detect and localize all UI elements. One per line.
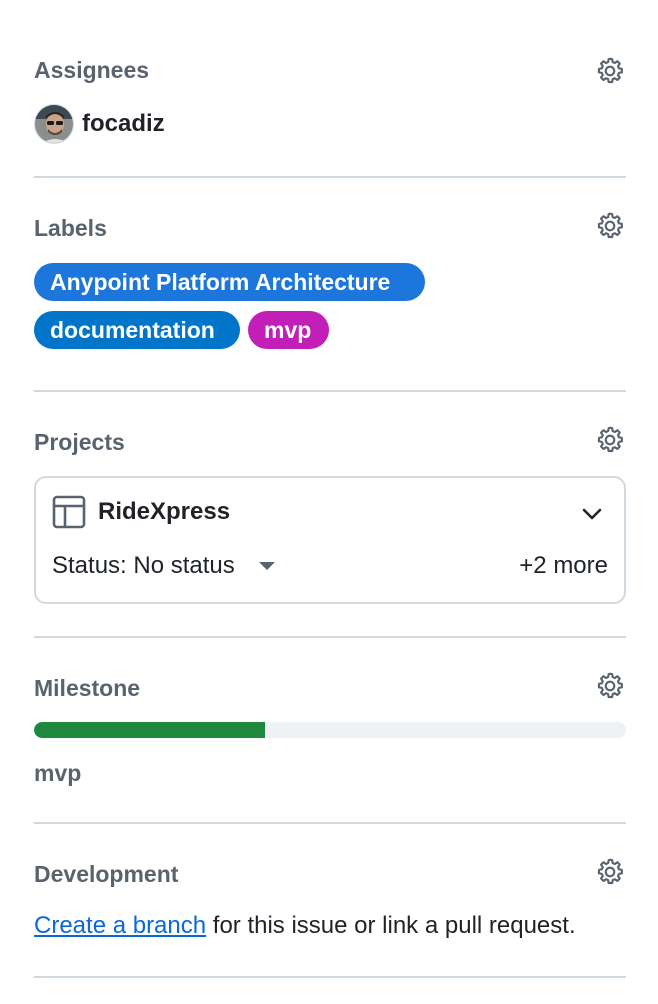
projects-section: Projects [34,392,626,472]
label-anypoint-platform-architecture[interactable]: Anypoint Platform Architecture [34,263,425,301]
label-documentation[interactable]: documentation [34,311,240,349]
development-gear-icon[interactable] [594,856,626,888]
assignee-name[interactable]: focadiz [82,110,165,138]
assignees-heading[interactable]: Assignees [34,57,149,84]
milestone-section: Milestone [34,638,626,718]
development-heading[interactable]: Development [34,861,178,888]
development-description: Create a branch for this issue or link a… [34,912,576,940]
labels-gear-icon[interactable] [594,210,626,242]
development-rest-text: for this issue or link a pull request. [206,912,576,939]
gear-icon [597,57,623,84]
project-name[interactable]: RideXpress [98,498,230,526]
project-card: RideXpress Status: No status +2 more [34,476,626,604]
projects-heading[interactable]: Projects [34,429,125,456]
gear-icon [597,858,623,885]
milestone-progress-fill [34,722,265,738]
assignees-gear-icon[interactable] [594,55,626,87]
assignees-section: Assignees focadiz [34,0,626,178]
milestone-heading[interactable]: Milestone [34,675,140,702]
project-status-dropdown[interactable]: Status: No status [52,552,275,580]
avatar[interactable] [34,104,74,144]
milestone-gear-icon[interactable] [594,670,626,702]
projects-gear-icon[interactable] [594,424,626,456]
labels-heading[interactable]: Labels [34,215,107,242]
gear-icon [597,426,623,453]
create-branch-link[interactable]: Create a branch [34,912,206,939]
milestone-progress-bar [34,722,626,738]
chevron-down-icon[interactable] [580,502,604,526]
gear-icon [597,672,623,699]
table-icon [52,495,86,529]
labels-section: Labels Anypoint Platform Architecture do… [34,178,626,392]
project-status-text: Status: No status [52,552,235,579]
development-section: Development [34,824,626,904]
assignee-item[interactable]: focadiz [34,104,165,144]
milestone-name[interactable]: mvp [34,760,81,787]
divider [34,976,626,978]
triangle-down-icon [258,562,275,570]
project-more-link[interactable]: +2 more [519,552,608,580]
gear-icon [597,212,623,239]
label-mvp[interactable]: mvp [248,311,329,349]
